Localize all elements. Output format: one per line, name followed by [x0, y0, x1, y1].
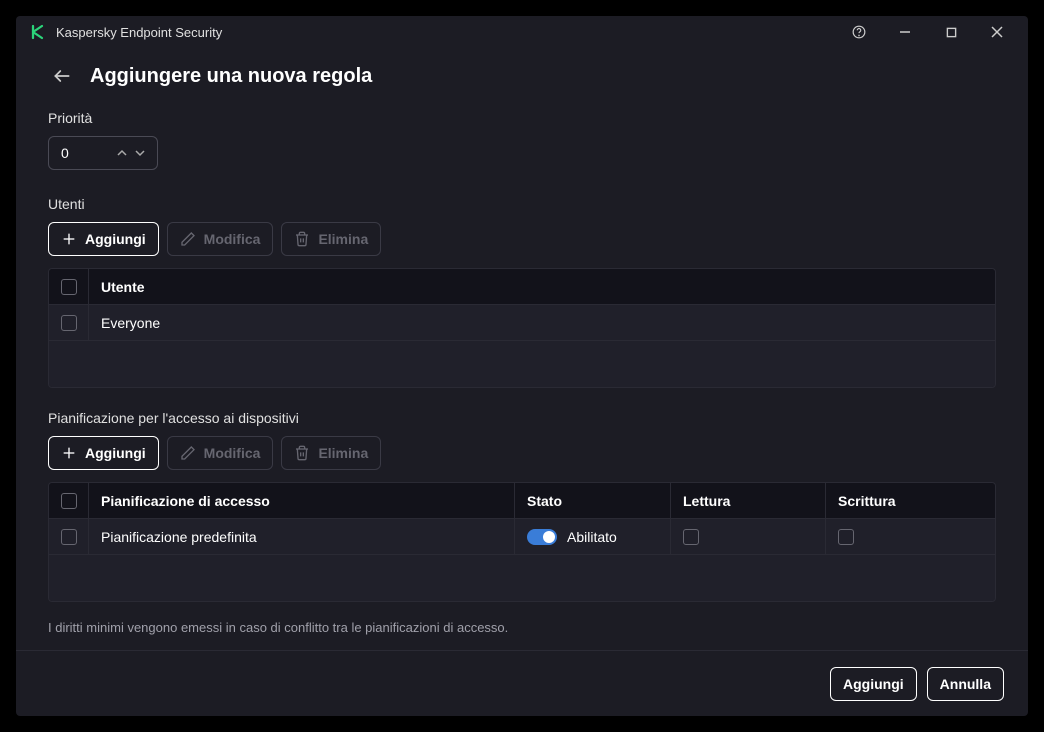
- schedule-select-all-checkbox[interactable]: [61, 493, 77, 509]
- app-logo-icon: [30, 23, 48, 41]
- app-window: Kaspersky Endpoint Security Aggiungere u…: [16, 16, 1028, 716]
- page-header: Aggiungere una nuova regola: [48, 62, 996, 90]
- schedule-state-cell: Abilitato: [515, 519, 671, 554]
- conflict-note: I diritti minimi vengono emessi in caso …: [48, 620, 996, 635]
- schedule-row-checkbox[interactable]: [61, 529, 77, 545]
- schedule-add-label: Aggiungi: [85, 445, 146, 461]
- users-delete-button: Elimina: [281, 222, 381, 256]
- users-add-button[interactable]: Aggiungi: [48, 222, 159, 256]
- priority-value: 0: [61, 145, 113, 161]
- minimize-button[interactable]: [882, 16, 928, 48]
- users-table-empty-space: [49, 341, 995, 387]
- back-button[interactable]: [48, 62, 76, 90]
- content-area: Aggiungere una nuova regola Priorità 0 U…: [16, 48, 1028, 650]
- users-table: Utente Everyone: [48, 268, 996, 388]
- schedule-col-name: Pianificazione di accesso: [89, 483, 515, 518]
- priority-input[interactable]: 0: [48, 136, 158, 170]
- footer: Aggiungi Annulla: [16, 650, 1028, 716]
- schedule-col-read: Lettura: [671, 483, 826, 518]
- schedule-delete-label: Elimina: [318, 445, 368, 461]
- users-table-row[interactable]: Everyone: [49, 305, 995, 341]
- schedule-state-label: Abilitato: [567, 529, 617, 545]
- priority-up-button[interactable]: [113, 137, 131, 169]
- users-toolbar: Aggiungi Modifica Elimina: [48, 222, 996, 256]
- page-title: Aggiungere una nuova regola: [90, 65, 372, 88]
- schedule-read-checkbox[interactable]: [683, 529, 699, 545]
- users-header-user: Utente: [89, 269, 995, 304]
- users-table-header: Utente: [49, 269, 995, 305]
- titlebar: Kaspersky Endpoint Security: [16, 16, 1028, 48]
- schedule-label: Pianificazione per l'accesso ai disposit…: [48, 410, 996, 426]
- help-button[interactable]: [836, 16, 882, 48]
- schedule-state-toggle[interactable]: [527, 529, 557, 545]
- schedule-table: Pianificazione di accesso Stato Lettura …: [48, 482, 996, 602]
- footer-add-button[interactable]: Aggiungi: [830, 667, 917, 701]
- users-select-all-checkbox[interactable]: [61, 279, 77, 295]
- schedule-name: Pianificazione predefinita: [89, 519, 515, 554]
- schedule-col-state: Stato: [515, 483, 671, 518]
- footer-cancel-label: Annulla: [940, 676, 991, 692]
- footer-cancel-button[interactable]: Annulla: [927, 667, 1004, 701]
- schedule-add-button[interactable]: Aggiungi: [48, 436, 159, 470]
- users-label: Utenti: [48, 196, 996, 212]
- schedule-write-checkbox[interactable]: [838, 529, 854, 545]
- maximize-button[interactable]: [928, 16, 974, 48]
- users-edit-label: Modifica: [204, 231, 261, 247]
- schedule-col-write: Scrittura: [826, 483, 995, 518]
- app-title: Kaspersky Endpoint Security: [56, 25, 836, 40]
- users-delete-label: Elimina: [318, 231, 368, 247]
- schedule-table-row[interactable]: Pianificazione predefinita Abilitato: [49, 519, 995, 555]
- priority-down-button[interactable]: [131, 137, 149, 169]
- user-row-checkbox[interactable]: [61, 315, 77, 331]
- schedule-table-header: Pianificazione di accesso Stato Lettura …: [49, 483, 995, 519]
- schedule-table-empty-space: [49, 555, 995, 601]
- schedule-edit-button: Modifica: [167, 436, 274, 470]
- schedule-delete-button: Elimina: [281, 436, 381, 470]
- users-add-label: Aggiungi: [85, 231, 146, 247]
- close-button[interactable]: [974, 16, 1020, 48]
- schedule-toolbar: Aggiungi Modifica Elimina: [48, 436, 996, 470]
- user-name: Everyone: [89, 305, 995, 340]
- priority-label: Priorità: [48, 110, 996, 126]
- footer-add-label: Aggiungi: [843, 676, 904, 692]
- users-edit-button: Modifica: [167, 222, 274, 256]
- schedule-edit-label: Modifica: [204, 445, 261, 461]
